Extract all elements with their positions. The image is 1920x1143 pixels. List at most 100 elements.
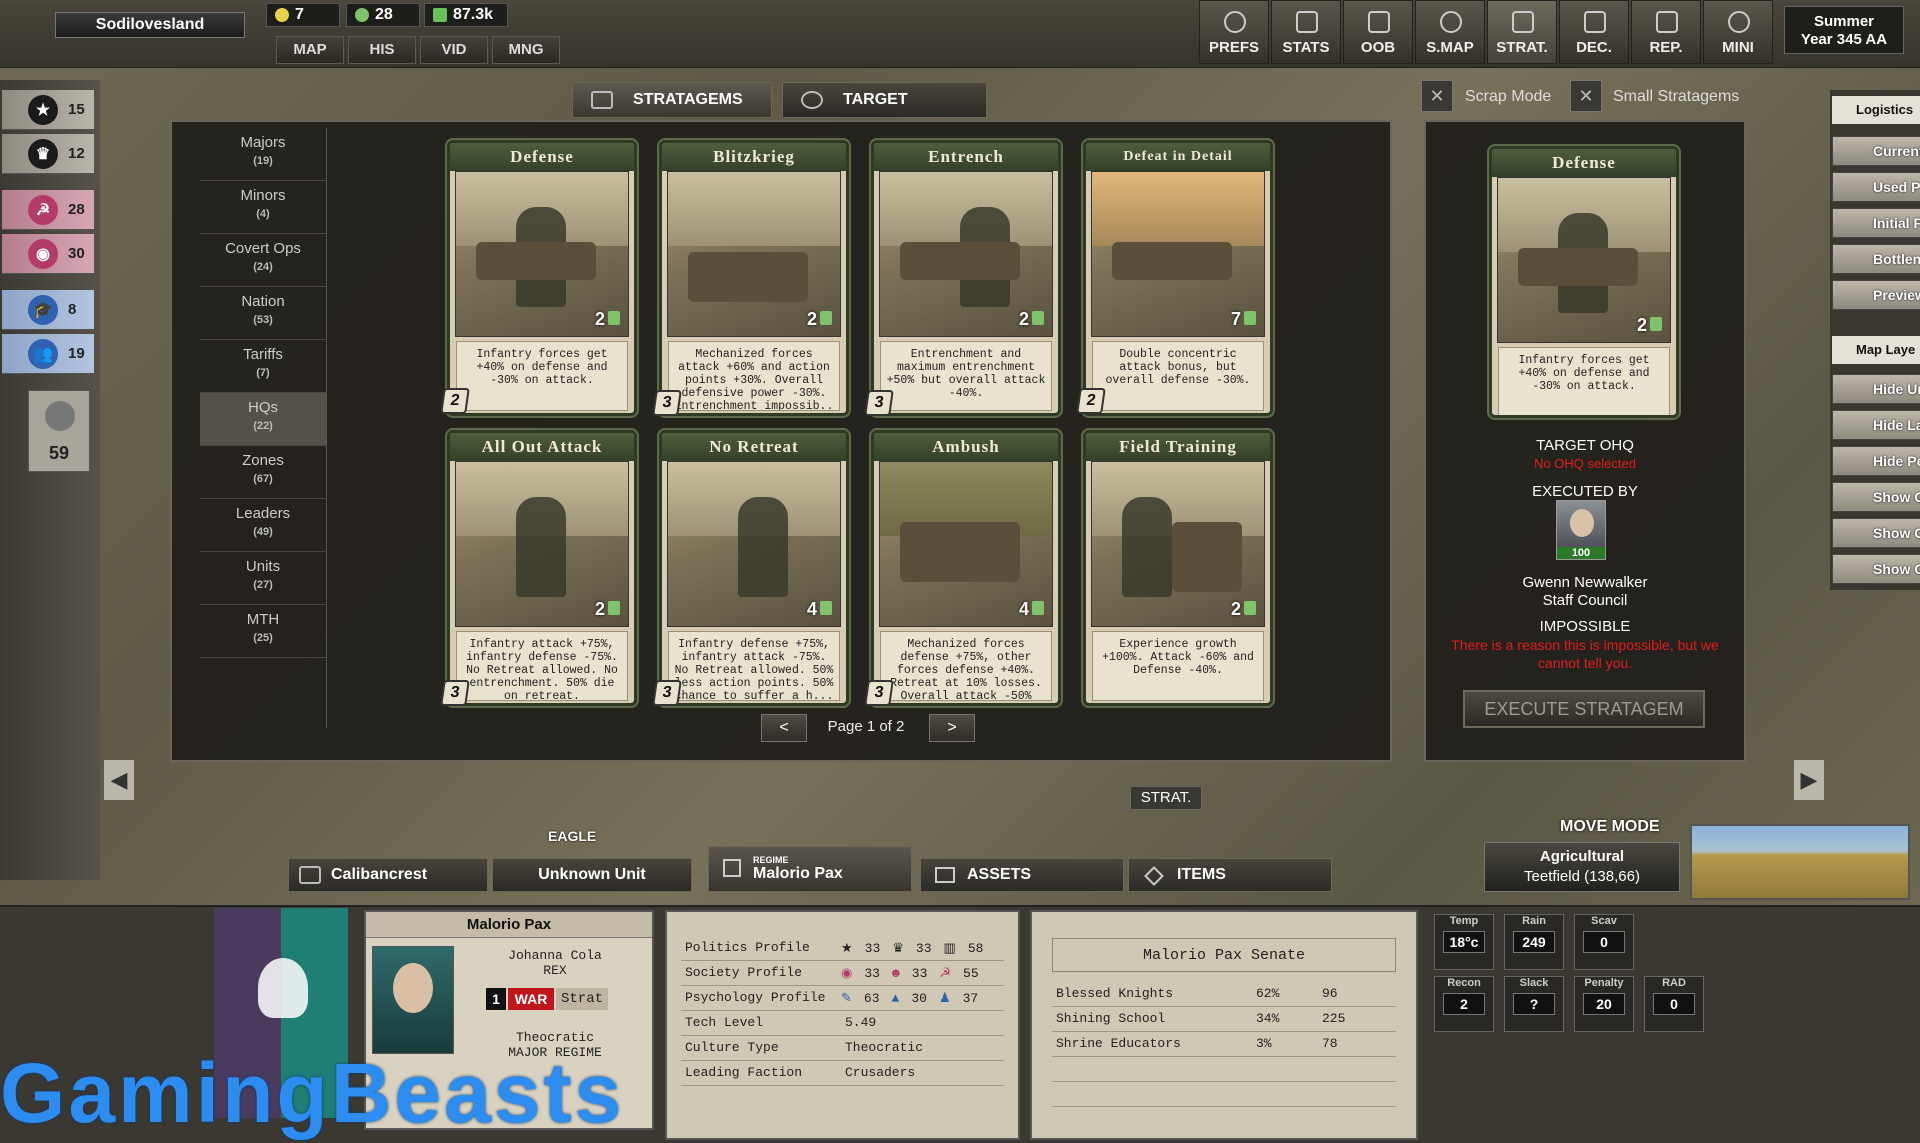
stratagem-card-no-retreat[interactable]: No Retreat 4 Infantry defense +75%, infant… [659, 430, 849, 706]
rep-button[interactable]: REP. [1631, 0, 1701, 64]
star-icon: ★ [841, 940, 853, 956]
scrap-mode-checkbox[interactable]: ✕ [1421, 80, 1453, 112]
unit-label-eagle[interactable]: EAGLE [548, 828, 596, 844]
category-units[interactable]: Units (27) [200, 552, 326, 605]
category-minors[interactable]: Minors (4) [200, 181, 326, 234]
scroll-left-arrow-icon[interactable]: ◀ [104, 760, 134, 800]
smap-button[interactable]: S.MAP [1415, 0, 1485, 64]
senate-row[interactable]: Blessed Knights 62% 96 [1052, 982, 1396, 1007]
logistics-current-button[interactable]: Current [1832, 136, 1920, 166]
card-artwork: 4 [879, 461, 1053, 627]
layer-toggle-1[interactable]: Hide Ur [1832, 374, 1920, 404]
tab-regime[interactable]: REGIME Malorio Pax [708, 846, 912, 892]
executor-portrait[interactable]: 100 [1556, 500, 1606, 560]
soldier-icon [820, 311, 832, 325]
card-icon [591, 91, 613, 109]
tab-unknown-unit[interactable]: Unknown Unit [492, 858, 692, 892]
layer-toggle-3[interactable]: Hide Pe [1832, 446, 1920, 476]
dec-button[interactable]: DEC. [1559, 0, 1629, 64]
next-page-button[interactable]: > [929, 714, 975, 742]
category-covert-ops[interactable]: Covert Ops (24) [200, 234, 326, 287]
scroll-right-arrow-icon[interactable]: ▶ [1794, 760, 1824, 800]
card-level-badge: 3 [440, 680, 470, 706]
logistics-used-button[interactable]: Used P [1832, 172, 1920, 202]
oob-button[interactable]: OOB [1343, 0, 1413, 64]
mini-button[interactable]: MINI [1703, 0, 1773, 64]
tab-his[interactable]: HIS [348, 36, 416, 64]
layer-toggle-2[interactable]: Hide La [1832, 410, 1920, 440]
portrait-counter[interactable]: 59 [28, 390, 90, 472]
stat-hammer-sickle[interactable]: ☭ 28 [2, 190, 94, 230]
stat-crown[interactable]: ♛ 12 [2, 134, 94, 174]
target-ohq-heading: TARGET OHQ [1536, 437, 1634, 454]
pen-icon: ✎ [841, 990, 852, 1006]
nation-name[interactable]: Sodilovesland [55, 12, 245, 38]
prefs-button[interactable]: PREFS [1199, 0, 1269, 64]
tab-target[interactable]: TARGET [782, 82, 987, 118]
profile-row: Psychology Profile ✎ 63 ▲ 30 ♟ 37 [681, 986, 1004, 1011]
card-cost: 2 [807, 309, 832, 330]
minimap-icon [1728, 11, 1750, 33]
logistics-initial-button[interactable]: Initial P [1832, 208, 1920, 238]
stratagem-card-all-out-attack[interactable]: All Out Attack 2 Infantry attack +75%, inf… [447, 430, 637, 706]
category-hqs[interactable]: HQs (22) [200, 393, 326, 446]
prev-page-button[interactable]: < [761, 714, 807, 742]
small-stratagems-checkbox[interactable]: ✕ [1570, 80, 1602, 112]
senate-row[interactable]: Shrine Educators 3% 78 [1052, 1032, 1396, 1057]
soldier-icon [1244, 311, 1256, 325]
stat-eye[interactable]: ◉ 30 [2, 234, 94, 274]
logistics-preview-button[interactable]: Preview [1832, 280, 1920, 310]
chart-icon [1296, 11, 1318, 33]
tab-items[interactable]: ITEMS [1128, 858, 1332, 892]
stat-people[interactable]: 👥 19 [2, 334, 94, 374]
tab-map[interactable]: MAP [276, 36, 344, 64]
stratagem-card-field-training[interactable]: Field Training 2 Experience growth +100%. … [1083, 430, 1273, 706]
mask-icon: ☻ [891, 965, 900, 981]
weather-rain: Rain 249 [1504, 914, 1564, 970]
strat-map-label: STRAT. [1130, 786, 1202, 810]
category-majors[interactable]: Majors (19) [200, 128, 326, 181]
stratagem-card-defense[interactable]: Defense 2 Infantry forces get +40% on defe… [447, 140, 637, 416]
stratagem-card-defeat-in-detail[interactable]: Defeat in Detail 7 Double concentric attac… [1083, 140, 1273, 416]
category-mth[interactable]: MTH (25) [200, 605, 326, 658]
weather-scav: Scav 0 [1574, 914, 1634, 970]
impossible-heading: IMPOSSIBLE [1539, 618, 1631, 635]
layer-toggle-5[interactable]: Show C [1832, 518, 1920, 548]
card-cost: 4 [807, 599, 832, 620]
tab-stratagems[interactable]: STRATAGEMS [572, 82, 772, 118]
logistics-bottleneck-button[interactable]: Bottlene [1832, 244, 1920, 274]
box-icon [1144, 866, 1164, 886]
stat-star[interactable]: ★ 15 [2, 90, 94, 130]
scrap-mode-label: Scrap Mode [1465, 88, 1552, 105]
stratagem-card-entrench[interactable]: Entrench 2 Entrenchment and maximum entren… [871, 140, 1061, 416]
tab-mng[interactable]: MNG [492, 36, 560, 64]
category-leaders[interactable]: Leaders (49) [200, 499, 326, 552]
soldier-icon [1244, 601, 1256, 615]
tab-vid[interactable]: VID [420, 36, 488, 64]
building-icon [935, 867, 955, 883]
strat-button[interactable]: STRAT. [1487, 0, 1557, 64]
layer-toggle-6[interactable]: Show O [1832, 554, 1920, 584]
execute-stratagem-button[interactable]: EXECUTE STRATAGEM [1463, 690, 1705, 728]
flame-icon [258, 958, 308, 1018]
people-icon: ♟ [938, 990, 951, 1006]
card-artwork: 7 [1091, 171, 1265, 337]
category-nation[interactable]: Nation (53) [200, 287, 326, 340]
leader-stats: 1 WAR Strat [486, 988, 608, 1010]
stats-button[interactable]: STATS [1271, 0, 1341, 64]
category-tariffs[interactable]: Tariffs (7) [200, 340, 326, 393]
envelope-icon [1584, 11, 1606, 33]
stratagem-card-ambush[interactable]: Ambush 4 Mechanized forces defense +75%, o… [871, 430, 1061, 706]
category-zones[interactable]: Zones (67) [200, 446, 326, 499]
layer-toggle-4[interactable]: Show G [1832, 482, 1920, 512]
tab-calibancrest[interactable]: Calibancrest [288, 858, 488, 892]
card-cost: 7 [1231, 309, 1256, 330]
leader-portrait[interactable] [372, 946, 454, 1054]
stat-education[interactable]: 🎓 8 [2, 290, 94, 330]
face-icon [393, 963, 433, 1013]
senate-row[interactable]: Shining School 34% 225 [1052, 1007, 1396, 1032]
tab-assets[interactable]: ASSETS [920, 858, 1124, 892]
resource-money: 87.3k [424, 3, 508, 27]
stratagem-card-blitzkrieg[interactable]: Blitzkrieg 2 Mechanized forces attack +60%… [659, 140, 849, 416]
card-cost: 2 [595, 599, 620, 620]
